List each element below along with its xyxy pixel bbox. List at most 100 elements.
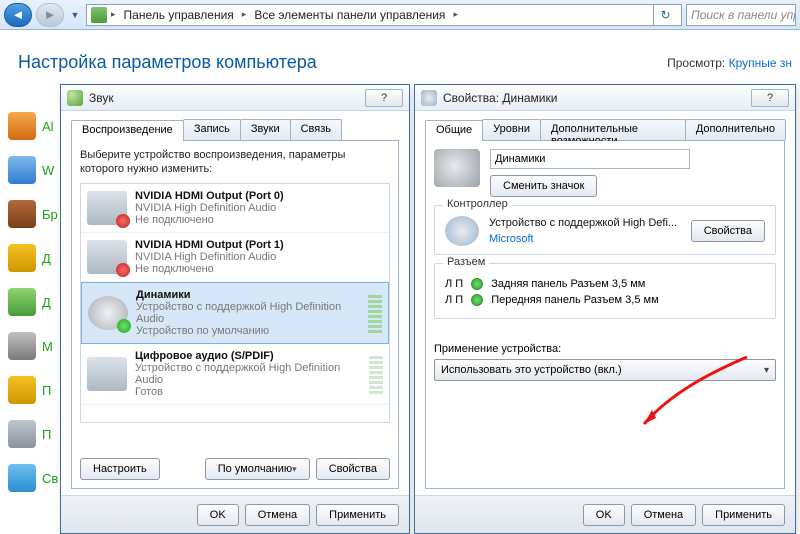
tab-comm[interactable]: Связь: [290, 119, 342, 140]
cp-link[interactable]: Al: [42, 119, 54, 134]
tab-levels[interactable]: Уровни: [482, 119, 541, 140]
cp-link[interactable]: П: [42, 427, 51, 442]
speaker-icon: [421, 90, 437, 106]
device-usage-label: Применение устройства:: [434, 343, 776, 355]
device-icon: [87, 240, 127, 274]
search-input[interactable]: Поиск в панели упр: [686, 4, 796, 26]
jack-2-label: Передняя панель Разъем 3,5 мм: [491, 294, 658, 306]
explorer-navbar: ◄ ► ▼ ▸ Панель управления ▸ Все элементы…: [0, 0, 800, 30]
sound-icon: [67, 90, 83, 106]
nav-forward-button[interactable]: ►: [36, 3, 64, 27]
controller-vendor-link[interactable]: Microsoft: [489, 233, 681, 245]
cp-link[interactable]: Д: [42, 295, 51, 310]
device-driver: NVIDIA High Definition Audio: [135, 251, 383, 263]
controller-properties-button[interactable]: Свойства: [691, 220, 765, 242]
device-list[interactable]: NVIDIA HDMI Output (Port 0)NVIDIA High D…: [80, 183, 390, 423]
cp-link[interactable]: W: [42, 163, 54, 178]
help-button[interactable]: ?: [751, 89, 789, 107]
controller-group: Контроллер Устройство с поддержкой High …: [434, 205, 776, 255]
cp-link[interactable]: Св: [42, 471, 58, 486]
device-text: NVIDIA HDMI Output (Port 1)NVIDIA High D…: [135, 239, 383, 275]
cp-icon: [8, 156, 36, 184]
breadcrumb-1[interactable]: Панель управления: [120, 8, 238, 22]
sound-title: Звук: [89, 91, 359, 105]
nav-history-drop[interactable]: ▼: [68, 3, 82, 27]
device-row[interactable]: Цифровое аудио (S/PDIF)Устройство с подд…: [81, 344, 389, 405]
controller-name: Устройство с поддержкой High Defi...: [489, 217, 681, 229]
device-row[interactable]: NVIDIA HDMI Output (Port 1)NVIDIA High D…: [81, 233, 389, 282]
prop-title: Свойства: Динамики: [443, 91, 745, 105]
device-status: Не подключено: [135, 214, 383, 226]
controller-group-label: Контроллер: [443, 198, 512, 210]
cp-icon: [8, 200, 36, 228]
address-bar[interactable]: ▸ Панель управления ▸ Все элементы панел…: [86, 4, 682, 26]
tab-sounds[interactable]: Звуки: [240, 119, 291, 140]
sound-instruction: Выберите устройство воспроизведения, пар…: [80, 149, 390, 177]
breadcrumb-sep: ▸: [111, 9, 116, 20]
jack-dot-icon: [471, 278, 483, 290]
device-driver: Устройство с поддержкой High Definition …: [135, 362, 361, 386]
help-button[interactable]: ?: [365, 89, 403, 107]
properties-button[interactable]: Свойства: [316, 458, 390, 480]
cp-link[interactable]: М: [42, 339, 53, 354]
view-mode: Просмотр: Крупные зн: [667, 56, 792, 70]
cp-icon: [8, 112, 36, 140]
configure-button[interactable]: Настроить: [80, 458, 160, 480]
ok-button[interactable]: OK: [583, 504, 625, 526]
control-panel-icon: [91, 7, 107, 23]
tab-recording[interactable]: Запись: [183, 119, 241, 140]
nav-back-button[interactable]: ◄: [4, 3, 32, 27]
tab-general[interactable]: Общие: [425, 120, 483, 141]
device-usage-combo[interactable]: Использовать это устройство (вкл.): [434, 359, 776, 381]
ok-button[interactable]: OK: [197, 504, 239, 526]
sound-titlebar[interactable]: Звук ?: [61, 85, 409, 111]
breadcrumb-sep: ▸: [453, 9, 458, 20]
view-label: Просмотр:: [667, 56, 725, 70]
change-icon-button[interactable]: Сменить значок: [490, 175, 597, 197]
breadcrumb-sep: ▸: [242, 9, 247, 20]
apply-button[interactable]: Применить: [316, 504, 399, 526]
cancel-button[interactable]: Отмена: [245, 504, 310, 526]
jack-lp-label: Л П: [445, 294, 463, 306]
jack-dot-icon: [471, 294, 483, 306]
cp-link[interactable]: Д: [42, 251, 51, 266]
device-status: Готов: [135, 386, 361, 398]
tab-enhancements[interactable]: Дополнительные возможности: [540, 119, 686, 140]
cp-icon: [8, 376, 36, 404]
device-driver: Устройство с поддержкой High Definition …: [136, 301, 360, 325]
status-badge-icon: [117, 319, 131, 333]
device-name: NVIDIA HDMI Output (Port 1): [135, 239, 383, 251]
cp-icon: [8, 288, 36, 316]
device-name-input[interactable]: [490, 149, 690, 169]
device-large-icon: [434, 149, 480, 187]
properties-dialog: Свойства: Динамики ? Общие Уровни Дополн…: [414, 84, 796, 534]
prop-tabs: Общие Уровни Дополнительные возможности …: [425, 119, 785, 141]
cp-link[interactable]: П: [42, 383, 51, 398]
view-value-link[interactable]: Крупные зн: [729, 56, 792, 70]
device-row[interactable]: ДинамикиУстройство с поддержкой High Def…: [81, 282, 389, 344]
level-meter: [368, 293, 382, 333]
tab-playback[interactable]: Воспроизведение: [71, 120, 184, 141]
device-row[interactable]: NVIDIA HDMI Output (Port 0)NVIDIA High D…: [81, 184, 389, 233]
device-text: ДинамикиУстройство с поддержкой High Def…: [136, 289, 360, 337]
breadcrumb-2[interactable]: Все элементы панели управления: [250, 8, 449, 22]
device-driver: NVIDIA High Definition Audio: [135, 202, 383, 214]
prop-titlebar[interactable]: Свойства: Динамики ?: [415, 85, 795, 111]
cp-icon: [8, 420, 36, 448]
cp-icon: [8, 244, 36, 272]
cp-icon: [8, 464, 36, 492]
apply-button[interactable]: Применить: [702, 504, 785, 526]
device-name: NVIDIA HDMI Output (Port 0): [135, 190, 383, 202]
cancel-button[interactable]: Отмена: [631, 504, 696, 526]
set-default-button[interactable]: По умолчанию: [205, 458, 310, 480]
device-icon: [87, 357, 127, 391]
device-status: Устройство по умолчанию: [136, 325, 360, 337]
device-icon: [87, 191, 127, 225]
tab-advanced[interactable]: Дополнительно: [685, 119, 786, 140]
cp-link[interactable]: Бр: [42, 207, 58, 222]
jack-group-label: Разъем: [443, 256, 489, 268]
controller-icon: [445, 216, 479, 246]
sound-dialog: Звук ? Воспроизведение Запись Звуки Связ…: [60, 84, 410, 534]
status-badge-icon: [116, 263, 130, 277]
refresh-button[interactable]: ↻: [653, 4, 677, 26]
